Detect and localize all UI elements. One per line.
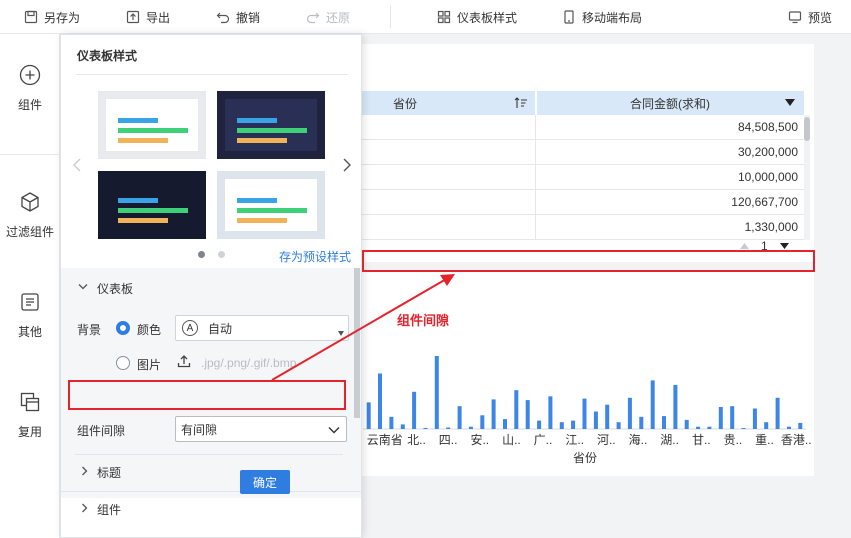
annotation-arrow [271,274,455,381]
